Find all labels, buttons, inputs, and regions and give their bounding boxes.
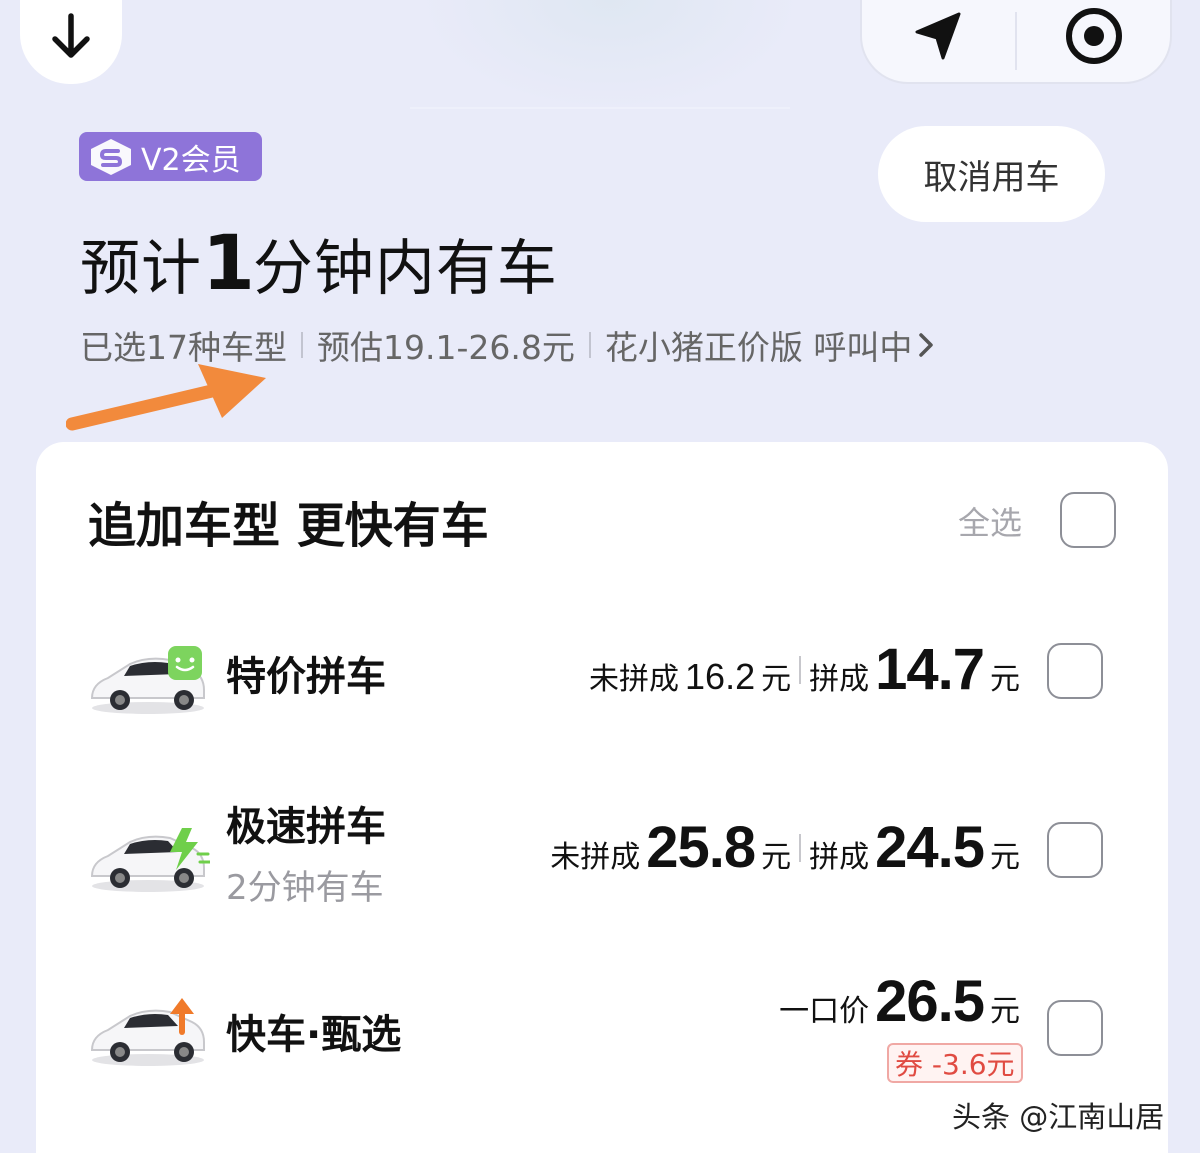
unpooled-label: 未拼成	[589, 662, 680, 697]
pooled-price: 24.5	[875, 815, 985, 880]
map-divider	[410, 107, 790, 109]
pooled-label: 拼成	[809, 840, 870, 875]
unpooled-label: 未拼成	[550, 840, 641, 875]
fixed-price: 26.5	[875, 969, 985, 1034]
navigation-arrow-icon	[915, 12, 960, 60]
option-checkbox[interactable]	[1047, 1000, 1103, 1056]
coupon-badge: 券 -3.6元	[887, 1043, 1023, 1083]
option-checkbox[interactable]	[1047, 822, 1103, 878]
pooled-price: 14.7	[875, 637, 985, 702]
summary-separator	[588, 332, 591, 358]
unpooled-price: 25.8	[646, 815, 756, 880]
option-eta: 2分钟有车	[226, 868, 384, 908]
fixed-price-label: 一口价	[779, 994, 870, 1029]
recenter-button[interactable]	[1017, 0, 1170, 82]
map-background	[420, 0, 800, 110]
unpooled-price: 16.2	[685, 656, 756, 697]
price-unit: 元	[990, 840, 1020, 875]
watermark: 头条 @江南山居	[952, 1100, 1165, 1134]
option-checkbox[interactable]	[1047, 643, 1103, 699]
call-status: 花小猪正价版 呼叫中	[604, 328, 913, 367]
option-name: 特价拼车	[226, 654, 386, 700]
price-unit: 元	[761, 840, 792, 875]
collapse-button[interactable]	[20, 0, 122, 84]
panel-title: 追加车型 更快有车	[88, 498, 489, 554]
select-all-checkbox[interactable]	[1060, 492, 1116, 548]
price-estimate: 预估19.1-26.8元	[317, 328, 575, 367]
price-separator	[799, 833, 802, 862]
car-upgrade-icon	[90, 998, 205, 1066]
annotation-arrow-icon	[66, 364, 266, 431]
car-lightning-icon	[90, 828, 210, 892]
pooled-label: 拼成	[809, 662, 870, 697]
price-separator	[799, 655, 802, 684]
shield-logo-icon	[87, 137, 135, 177]
chevron-right-icon	[918, 332, 934, 358]
member-badge-label: V2会员	[141, 142, 241, 178]
car-smiley-icon	[90, 646, 205, 714]
member-badge[interactable]: V2会员	[79, 132, 262, 181]
option-name: 快车·甄选	[226, 1012, 402, 1058]
arrow-down-icon	[52, 13, 90, 58]
target-icon	[1065, 8, 1122, 64]
eta-suffix: 分钟内有车	[252, 234, 558, 304]
summary-separator	[301, 332, 303, 358]
eta-prefix: 预计	[80, 234, 202, 304]
map-tools	[860, 0, 1172, 84]
select-all-label: 全选	[958, 504, 1023, 542]
price-unit: 元	[761, 662, 792, 697]
option-price: 未拼成 25.8 元 拼成 24.5 元	[550, 814, 1020, 881]
eta-headline: 预计1分钟内有车	[80, 218, 558, 307]
price-unit: 元	[990, 994, 1020, 1029]
option-name: 极速拼车	[226, 804, 386, 850]
locate-button[interactable]	[862, 0, 1015, 82]
price-unit: 元	[990, 662, 1020, 697]
option-price: 未拼成 16.2 元 拼成 14.7 元	[589, 636, 1020, 703]
cancel-ride-button[interactable]: 取消用车	[878, 126, 1105, 222]
eta-minutes: 1	[202, 218, 255, 307]
option-price: 一口价 26.5 元	[779, 968, 1020, 1035]
